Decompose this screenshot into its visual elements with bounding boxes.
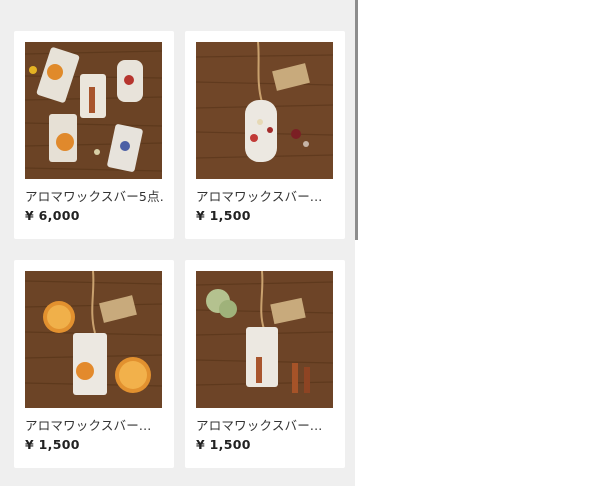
wax-bar-photo-icon [25, 42, 162, 179]
product-image[interactable] [25, 42, 162, 179]
wax-bar-photo-icon [25, 271, 162, 408]
wax-bar-photo-icon [196, 271, 333, 408]
product-name[interactable]: アロマワックスバー... [196, 415, 336, 434]
product-price: ¥ 1,500 [25, 437, 80, 452]
product-card[interactable]: アロマワックスバー... ¥ 1,500 [185, 260, 345, 468]
product-image[interactable] [196, 271, 333, 408]
product-card[interactable]: アロマワックスバー... ¥ 1,500 [185, 31, 345, 239]
product-price: ¥ 6,000 [25, 208, 80, 223]
product-card[interactable]: アロマワックスバー5点... ¥ 6,000 [14, 31, 174, 239]
product-price: ¥ 1,500 [196, 208, 251, 223]
wax-bar-photo-icon [196, 42, 333, 179]
product-image[interactable] [25, 271, 162, 408]
scrollbar[interactable] [355, 0, 358, 240]
product-name[interactable]: アロマワックスバー... [25, 415, 165, 434]
product-grid: アロマワックスバー5点... ¥ 6,000 アロマワックスバー... ¥ 1,… [0, 0, 355, 486]
product-card[interactable]: アロマワックスバー... ¥ 1,500 [14, 260, 174, 468]
product-price: ¥ 1,500 [196, 437, 251, 452]
product-image[interactable] [196, 42, 333, 179]
product-name[interactable]: アロマワックスバー... [196, 186, 336, 205]
product-name[interactable]: アロマワックスバー5点... [25, 186, 165, 205]
